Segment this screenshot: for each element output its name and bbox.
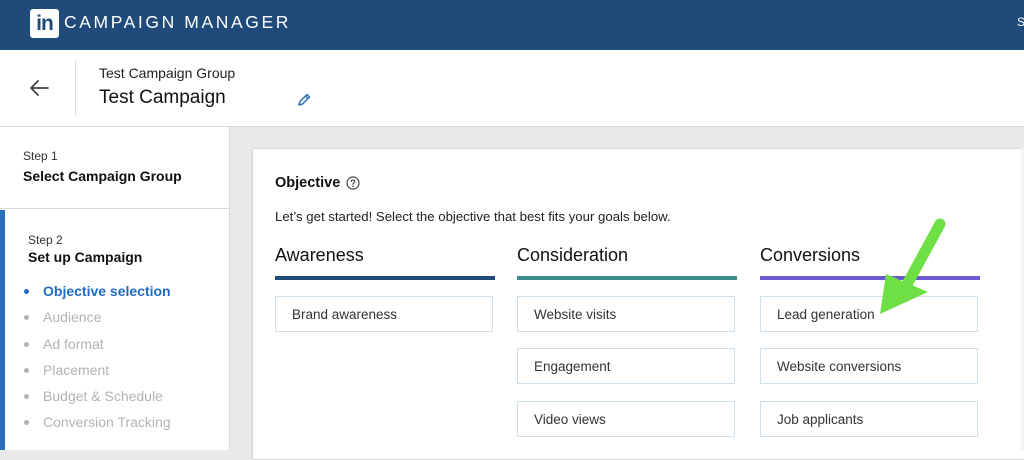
substep-audience[interactable]: Audience [22, 304, 171, 330]
option-job-applicants[interactable]: Job applicants [760, 401, 978, 437]
column-title-awareness: Awareness [275, 245, 364, 265]
objective-heading: Objective [275, 175, 341, 191]
bullet-icon [24, 420, 29, 426]
top-bar: in CAMPAIGN MANAGER S [0, 0, 1024, 50]
pencil-icon [298, 93, 311, 106]
objective-help-button[interactable] [346, 176, 360, 190]
bullet-icon [24, 341, 29, 347]
question-circle-icon [346, 176, 360, 190]
campaign-header: Test Campaign Group Test Campaign [0, 50, 1024, 127]
bullet-icon [24, 394, 29, 400]
bullet-icon [24, 367, 29, 373]
option-brand-awareness[interactable]: Brand awareness [275, 296, 493, 332]
step-1-title: Select Campaign Group [23, 168, 182, 184]
step-2-title: Set up Campaign [28, 249, 143, 265]
step-1-label: Step 1 [23, 149, 58, 163]
bullet-icon [24, 289, 29, 294]
awareness-color-bar [275, 276, 495, 280]
substep-label: Objective selection [43, 283, 171, 299]
edit-campaign-name-button[interactable] [296, 92, 312, 108]
column-title-conversions: Conversions [760, 245, 861, 265]
top-right-menu[interactable]: S [1017, 15, 1024, 29]
step-1[interactable]: Step 1 Select Campaign Group [0, 127, 229, 209]
step-2-substeps: Objective selection Audience Ad format P… [22, 278, 171, 436]
campaign-name[interactable]: Test Campaign [99, 87, 226, 109]
option-engagement[interactable]: Engagement [517, 348, 735, 384]
campaign-group-name[interactable]: Test Campaign Group [99, 65, 235, 81]
annotation-arrow-icon [880, 218, 946, 314]
back-button[interactable] [24, 75, 56, 101]
substep-label: Budget & Schedule [43, 388, 163, 405]
substep-label: Ad format [43, 335, 104, 352]
consideration-color-bar [517, 276, 737, 280]
header-divider [75, 60, 76, 116]
option-website-conversions[interactable]: Website conversions [760, 348, 978, 384]
objective-description: Let’s get started! Select the objective … [275, 209, 671, 224]
substep-label: Audience [43, 309, 102, 326]
substep-budget-schedule[interactable]: Budget & Schedule [22, 383, 171, 409]
app-title: CAMPAIGN MANAGER [64, 12, 291, 32]
substep-objective-selection[interactable]: Objective selection [22, 278, 171, 304]
substep-conversion-tracking[interactable]: Conversion Tracking [22, 409, 171, 435]
active-step-indicator [0, 210, 5, 450]
column-title-consideration: Consideration [517, 245, 629, 265]
option-website-visits[interactable]: Website visits [517, 296, 735, 332]
substep-label: Conversion Tracking [43, 414, 171, 431]
substep-placement[interactable]: Placement [22, 357, 171, 383]
steps-sidebar: Step 1 Select Campaign Group Step 2 Set … [0, 127, 230, 450]
option-video-views[interactable]: Video views [517, 401, 735, 437]
bullet-icon [24, 315, 29, 321]
step-2-label: Step 2 [28, 233, 63, 247]
arrow-left-icon [30, 80, 49, 96]
linkedin-logo[interactable]: in [30, 9, 59, 38]
substep-label: Placement [43, 361, 110, 378]
substep-ad-format[interactable]: Ad format [22, 331, 171, 357]
